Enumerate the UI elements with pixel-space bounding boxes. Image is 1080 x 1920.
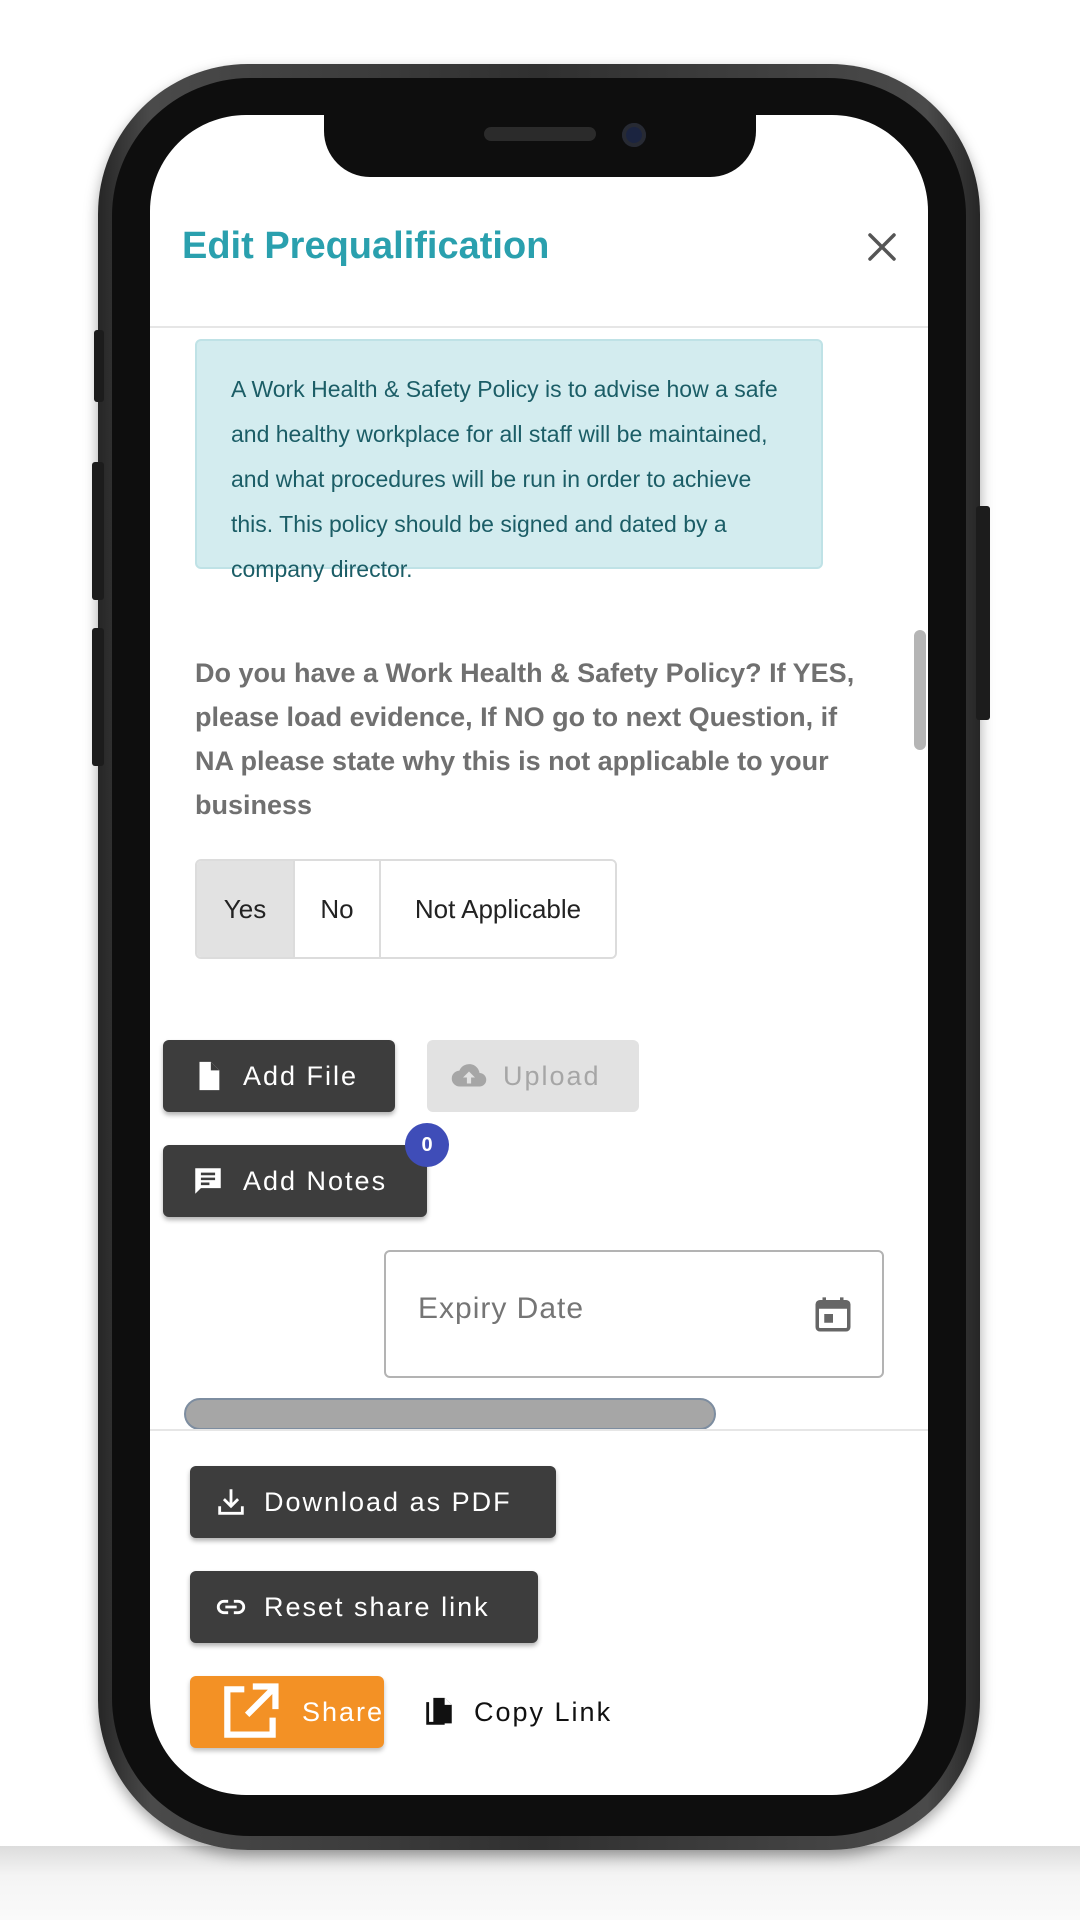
- info-text: A Work Health & Safety Policy is to advi…: [231, 376, 778, 582]
- notes-count-badge: 0: [405, 1123, 449, 1167]
- question-text: Do you have a Work Health & Safety Polic…: [195, 658, 855, 820]
- add-notes-label: Add Notes: [243, 1165, 388, 1196]
- answer-not-applicable-button[interactable]: Not Applicable: [381, 861, 615, 957]
- info-box: A Work Health & Safety Policy is to advi…: [195, 339, 823, 582]
- horizontal-scrollbar[interactable]: [184, 1398, 716, 1430]
- copy-link-button[interactable]: Copy Link: [422, 1676, 612, 1748]
- mute-switch: [94, 330, 104, 402]
- expiry-date-field[interactable]: Expiry Date: [384, 1250, 884, 1378]
- calendar-icon[interactable]: [812, 1292, 854, 1336]
- phone-notch: [324, 115, 756, 177]
- share-button[interactable]: Share: [190, 1676, 384, 1748]
- open-in-new-icon: [224, 1683, 279, 1738]
- notes-icon: [195, 1168, 221, 1194]
- answer-toggle-group: Yes No Not Applicable: [195, 859, 617, 959]
- close-icon: [868, 233, 896, 261]
- front-camera: [622, 123, 646, 147]
- upload-button[interactable]: Upload: [427, 1040, 639, 1112]
- reflection-floor: [0, 1846, 1080, 1920]
- download-icon: [218, 1489, 244, 1515]
- download-pdf-button[interactable]: Download as PDF: [190, 1466, 556, 1538]
- dialog-title: Edit Prequalification: [182, 225, 550, 267]
- close-button[interactable]: [862, 227, 902, 267]
- copy-icon: [426, 1697, 452, 1725]
- power-button: [976, 506, 990, 720]
- reset-share-link-label: Reset share link: [264, 1591, 490, 1622]
- download-pdf-label: Download as PDF: [264, 1486, 512, 1517]
- cloud-upload-icon: [451, 1064, 487, 1087]
- vertical-scrollbar[interactable]: [914, 630, 926, 750]
- upload-label: Upload: [503, 1060, 601, 1091]
- answer-yes-button[interactable]: Yes: [197, 861, 295, 957]
- share-label: Share: [301, 1696, 384, 1727]
- volume-down-button: [92, 628, 104, 766]
- add-file-button[interactable]: Add File: [163, 1040, 395, 1112]
- reset-share-link-button[interactable]: Reset share link: [190, 1571, 538, 1643]
- footer-divider: [150, 1429, 928, 1431]
- screen: Edit Prequalification A Work Health & Sa…: [150, 115, 928, 1795]
- header-divider: [150, 326, 928, 328]
- speaker-grille: [484, 127, 596, 141]
- answer-no-button[interactable]: No: [295, 861, 381, 957]
- file-icon: [199, 1061, 220, 1091]
- volume-up-button: [92, 462, 104, 600]
- copy-link-label: Copy Link: [474, 1696, 613, 1727]
- add-file-label: Add File: [243, 1060, 359, 1091]
- expiry-date-placeholder: Expiry Date: [418, 1292, 585, 1325]
- add-notes-button[interactable]: Add Notes: [163, 1145, 427, 1217]
- link-icon: [216, 1599, 246, 1615]
